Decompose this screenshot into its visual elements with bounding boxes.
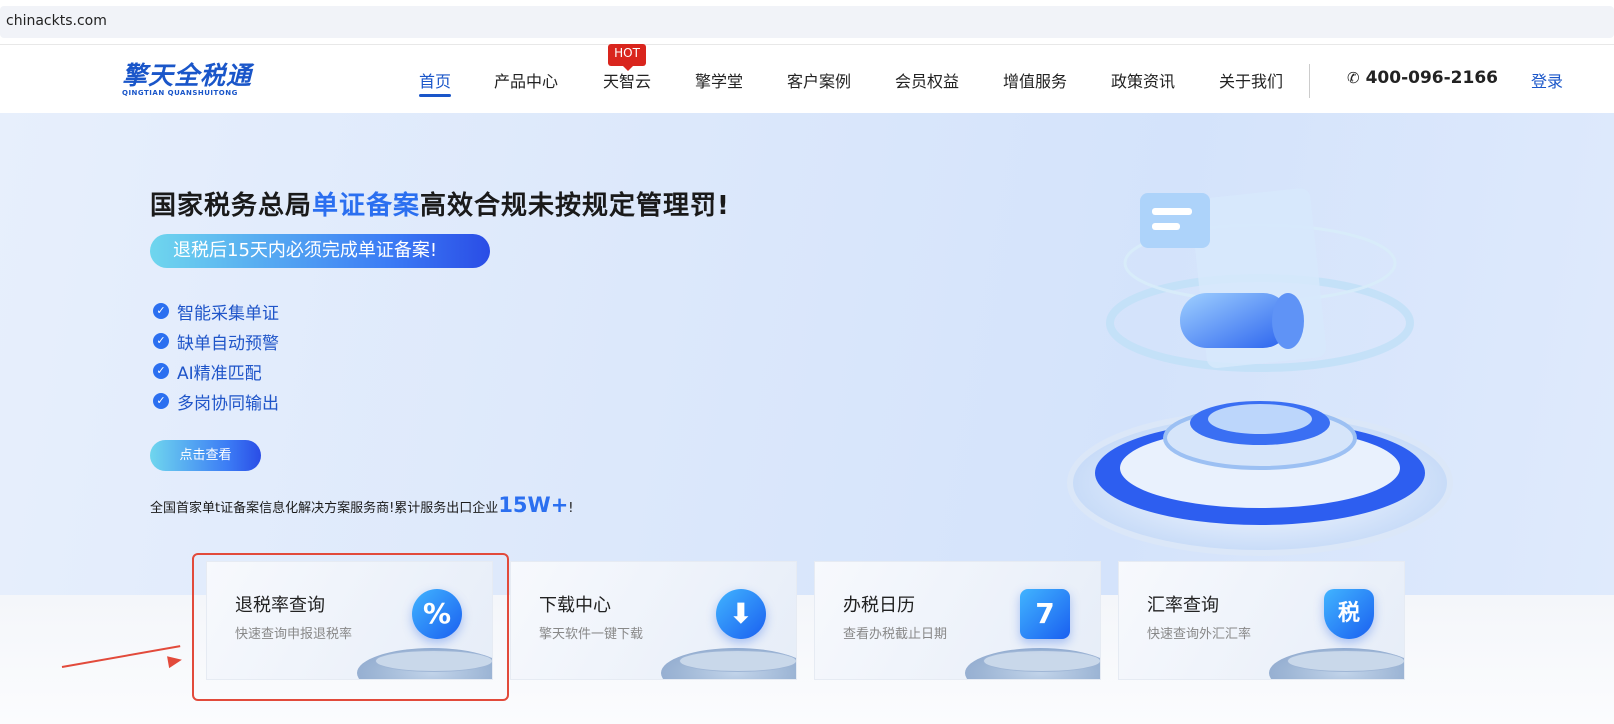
card-subtitle: 快速查询申报退税率 [235, 627, 353, 642]
feature-list: ✓ 智能采集单证 ✓ 缺单自动预警 ✓ AI精准匹配 ✓ 多岗协同输出 [153, 296, 279, 416]
card-title: 办税日历 [843, 595, 915, 616]
nav-item-membership[interactable]: 会员权益 [895, 68, 959, 92]
card-download-center[interactable]: 下载中心 擎天软件一键下载 ⬇ [510, 561, 797, 680]
nav-active-indicator [419, 94, 451, 97]
tax-shield-icon: 税 [1324, 589, 1374, 639]
feature-label: 智能采集单证 [177, 303, 279, 324]
card-title: 退税率查询 [235, 595, 325, 616]
card-pedestal-top [983, 650, 1100, 672]
hero-footnote-count: 15W+ [498, 493, 569, 517]
hotline-number: 400-096-2166 [1365, 68, 1498, 88]
hero-illustration [1067, 188, 1453, 556]
hero-pill: 退税后15天内必须完成单证备案! [150, 234, 490, 268]
nav-item-academy[interactable]: 擎学堂 [695, 68, 743, 92]
check-icon: ✓ [153, 363, 169, 379]
check-icon: ✓ [153, 393, 169, 409]
nav-item-products[interactable]: 产品中心 [494, 68, 558, 92]
nav-item-policy[interactable]: 政策资讯 [1111, 68, 1175, 92]
calendar-icon: 7 [1020, 589, 1070, 639]
login-link[interactable]: 登录 [1531, 68, 1563, 92]
hot-badge: HOT [608, 44, 646, 71]
card-pedestal-top [375, 650, 492, 672]
address-bar: chinackts.com [0, 0, 1614, 44]
check-icon: ✓ [153, 303, 169, 319]
feature-item: ✓ AI精准匹配 [153, 356, 279, 386]
hotline[interactable]: ✆ 400-096-2166 [1347, 68, 1498, 88]
card-pedestal-top [679, 650, 796, 672]
view-details-button[interactable]: 点击查看 [150, 440, 261, 471]
card-exchange-rate[interactable]: 汇率查询 快速查询外汇汇率 税 [1118, 561, 1405, 680]
hero-footnote: 全国首家单t证备案信息化解决方案服务商!累计服务出口企业15W+! [150, 493, 574, 517]
url-field[interactable]: chinackts.com [0, 6, 1614, 38]
card-title: 下载中心 [539, 595, 611, 616]
card-title: 汇率查询 [1147, 595, 1219, 616]
nav-divider [1309, 64, 1310, 98]
hero-title-post: 高效合规未按规定管理罚! [420, 191, 730, 221]
cloud-download-icon: ⬇ [716, 589, 766, 639]
phone-icon: ✆ [1347, 69, 1360, 87]
card-tax-refund-rate[interactable]: 退税率查询 快速查询申报退税率 % [206, 561, 493, 680]
card-subtitle: 快速查询外汇汇率 [1147, 627, 1252, 642]
nav-item-home[interactable]: 首页 [419, 68, 451, 92]
hero-title-pre: 国家税务总局 [150, 191, 313, 221]
card-subtitle: 查看办税截止日期 [843, 627, 948, 642]
feature-item: ✓ 缺单自动预警 [153, 326, 279, 356]
feature-label: AI精准匹配 [177, 363, 262, 384]
percent-icon: % [412, 589, 462, 639]
nav-item-value-added[interactable]: 增值服务 [1003, 68, 1067, 92]
card-tax-calendar[interactable]: 办税日历 查看办税截止日期 7 [814, 561, 1101, 680]
feature-item: ✓ 智能采集单证 [153, 296, 279, 326]
check-icon: ✓ [153, 333, 169, 349]
hero-title-highlight: 单证备案 [312, 191, 421, 221]
feature-label: 多岗协同输出 [177, 393, 279, 414]
logo-name-cn: 擎天全税通 [122, 61, 253, 90]
site-logo[interactable]: 擎天全税通 QINGTIAN QUANSHUITONG [122, 61, 253, 98]
logo-name-en: QINGTIAN QUANSHUITONG [122, 89, 238, 97]
hero-banner[interactable]: 国家税务总局单证备案高效合规未按规定管理罚! 退税后15天内必须完成单证备案! … [0, 113, 1614, 595]
nav-item-cases[interactable]: 客户案例 [787, 68, 851, 92]
card-pedestal-top [1287, 650, 1404, 672]
feature-label: 缺单自动预警 [177, 333, 279, 354]
annotation-arrow-head [167, 653, 183, 669]
nav-item-tianzhiyun[interactable]: 天智云 [603, 68, 651, 92]
nav-item-about[interactable]: 关于我们 [1219, 68, 1283, 92]
hero-footnote-text: 全国首家单t证备案信息化解决方案服务商!累计服务出口企业 [150, 501, 499, 516]
feature-item: ✓ 多岗协同输出 [153, 386, 279, 416]
hero-footnote-end: ! [568, 501, 574, 516]
card-subtitle: 擎天软件一键下载 [539, 627, 644, 642]
hero-title: 国家税务总局单证备案高效合规未按规定管理罚! [150, 185, 730, 222]
url-text: chinackts.com [6, 13, 107, 29]
